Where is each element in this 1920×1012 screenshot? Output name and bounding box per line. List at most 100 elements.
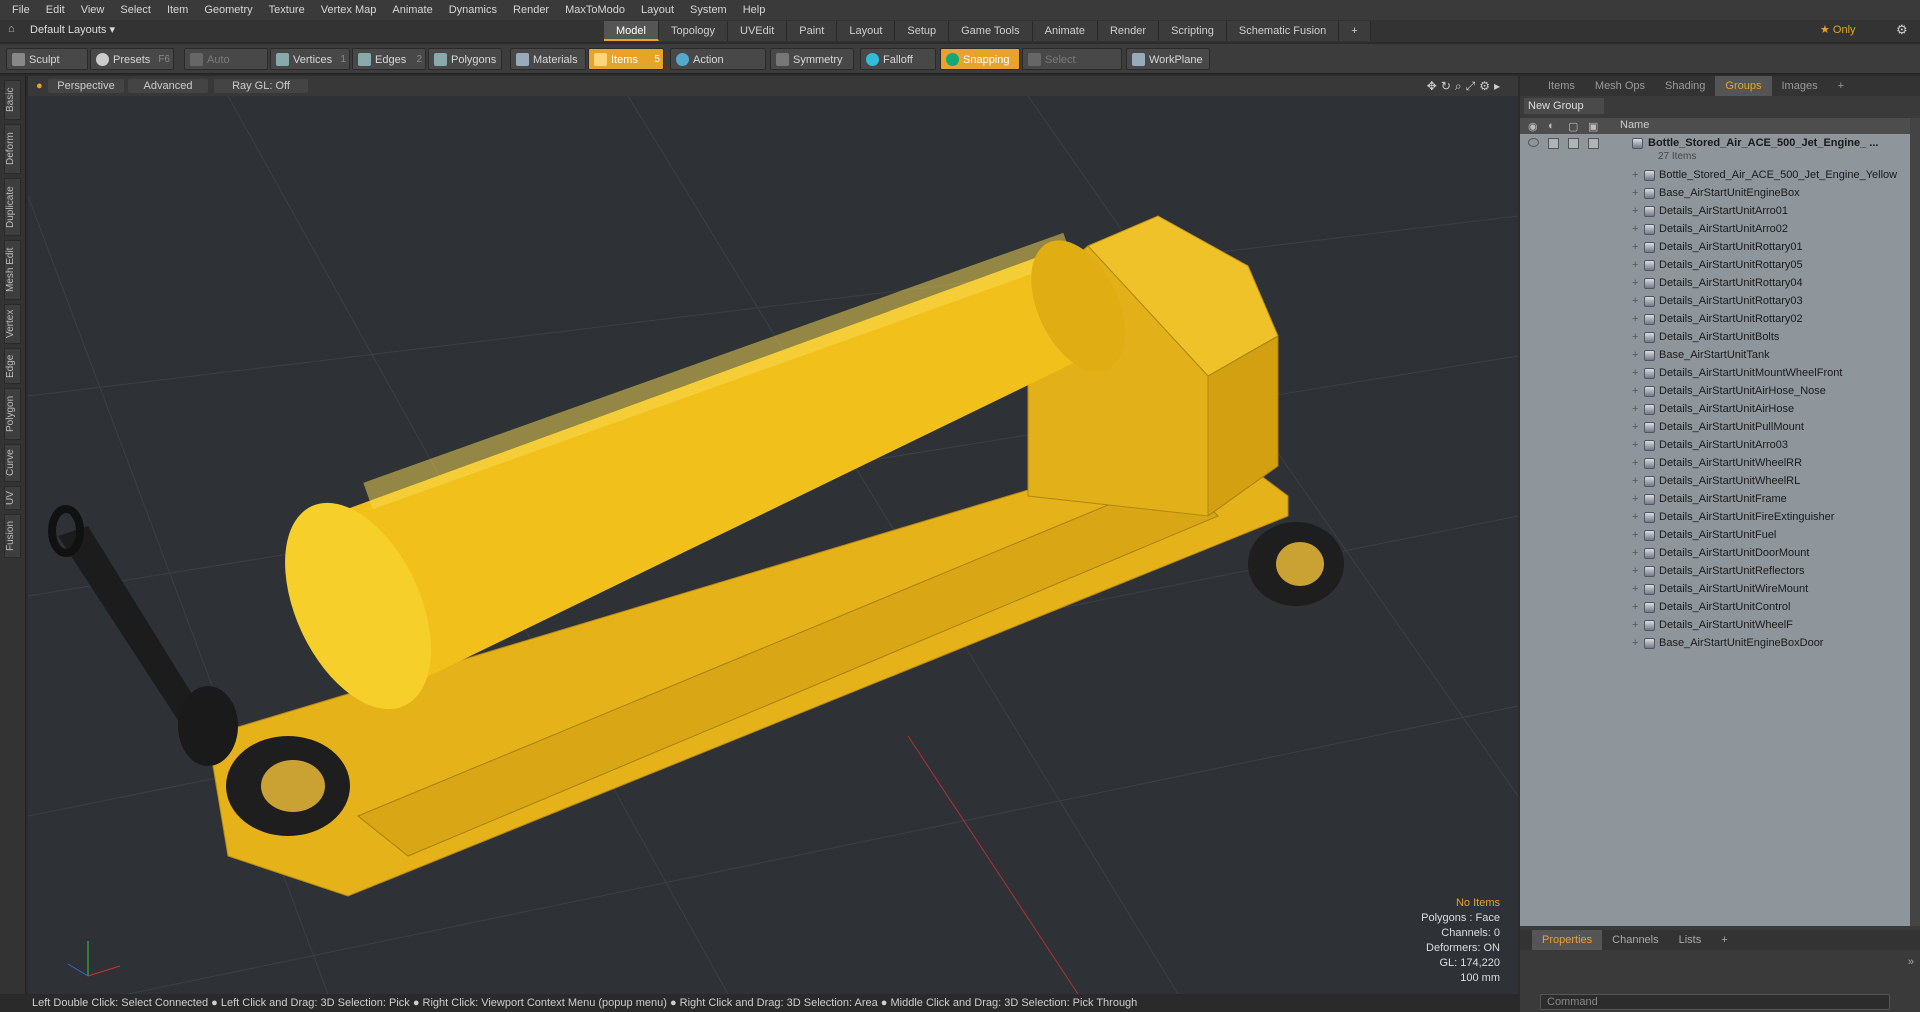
expand-icon[interactable]: + <box>1632 202 1638 220</box>
layout-tab-layout[interactable]: Layout <box>837 21 896 41</box>
advanced-button[interactable]: Advanced <box>128 79 208 93</box>
group-item-row[interactable]: + Details_AirStartUnitWheelF <box>1520 616 1910 634</box>
group-item-row[interactable]: + Details_AirStartUnitDoorMount <box>1520 544 1910 562</box>
menu-item-edit[interactable]: Edit <box>38 4 73 16</box>
expand-icon[interactable]: + <box>1632 526 1638 544</box>
expand-icon[interactable]: + <box>1632 454 1638 472</box>
lock-column-icon[interactable]: ▢ <box>1568 120 1578 133</box>
render-column-icon[interactable]: ◐ <box>1548 120 1555 132</box>
group-item-row[interactable]: + Details_AirStartUnitBolts <box>1520 328 1910 346</box>
group-item-row[interactable]: + Base_AirStartUnitEngineBoxDoor <box>1520 634 1910 652</box>
layout-tab-paint[interactable]: Paint <box>787 21 838 41</box>
expand-icon[interactable]: + <box>1632 508 1638 526</box>
left-tab-vertex[interactable]: Vertex <box>4 304 21 344</box>
right-tab-shading[interactable]: Shading <box>1655 76 1715 96</box>
bottom-tab-lists[interactable]: Lists <box>1669 930 1712 950</box>
left-tab-polygon[interactable]: Polygon <box>4 388 21 440</box>
action-center-button[interactable]: Action Center <box>670 48 766 88</box>
menu-item-view[interactable]: View <box>73 4 113 16</box>
expand-icon[interactable]: + <box>1632 472 1638 490</box>
layout-tab-model[interactable]: Model <box>604 21 659 41</box>
left-tab-deform[interactable]: Deform <box>4 124 21 174</box>
items-button[interactable]: Items 5 <box>588 48 664 70</box>
expand-icon[interactable]: + <box>1632 382 1638 400</box>
group-item-row[interactable]: + Details_AirStartUnitArro01 <box>1520 202 1910 220</box>
edges-button[interactable]: Edges 2 <box>352 48 426 70</box>
group-item-row[interactable]: + Details_AirStartUnitArro03 <box>1520 436 1910 454</box>
expand-icon[interactable]: + <box>1632 220 1638 238</box>
menu-item-render[interactable]: Render <box>505 4 557 16</box>
group-item-row[interactable]: + Details_AirStartUnitFireExtinguisher <box>1520 508 1910 526</box>
group-item-row[interactable]: + Details_AirStartUnitWireMount <box>1520 580 1910 598</box>
left-tab-uv[interactable]: UV <box>4 486 21 510</box>
expand-icon[interactable]: + <box>1632 598 1638 616</box>
left-tab-edge[interactable]: Edge <box>4 348 21 384</box>
group-item-row[interactable]: + Details_AirStartUnitRottary04 <box>1520 274 1910 292</box>
layout-tab-uvedit[interactable]: UVEdit <box>728 21 788 41</box>
expand-icon[interactable]: + <box>1632 166 1638 184</box>
left-tab-curve[interactable]: Curve <box>4 444 21 482</box>
right-tab-groups[interactable]: Groups <box>1715 76 1772 96</box>
group-item-row[interactable]: + Details_AirStartUnitRottary01 <box>1520 238 1910 256</box>
right-tab-images[interactable]: Images <box>1772 76 1828 96</box>
layout-tab-animate[interactable]: Animate <box>1032 21 1098 41</box>
viewport-nav-icons[interactable]: ✥↻⌕⤢⚙▸ <box>1427 79 1504 94</box>
group-item-row[interactable]: + Details_AirStartUnitAirHose_Nose <box>1520 382 1910 400</box>
name-column-header[interactable]: Name <box>1620 119 1649 131</box>
raygl-button[interactable]: Ray GL: Off <box>214 79 308 93</box>
command-input[interactable]: Command <box>1540 994 1890 1010</box>
perspective-button[interactable]: Perspective <box>48 79 124 93</box>
group-item-row[interactable]: + Details_AirStartUnitWheelRR <box>1520 454 1910 472</box>
bottom-tab-add[interactable]: + <box>1711 930 1737 950</box>
expand-icon[interactable]: + <box>1632 580 1638 598</box>
expand-icon[interactable]: + <box>1632 274 1638 292</box>
right-tab-items[interactable]: Items <box>1538 76 1585 96</box>
visibility-eye-icon[interactable] <box>1528 138 1539 147</box>
menu-item-dynamics[interactable]: Dynamics <box>441 4 505 16</box>
symmetry-button[interactable]: Symmetry <box>770 48 854 70</box>
vertices-button[interactable]: Vertices 1 <box>270 48 350 70</box>
menu-item-system[interactable]: System <box>682 4 735 16</box>
expand-icon[interactable]: + <box>1632 364 1638 382</box>
sculpt-button[interactable]: Sculpt <box>6 48 88 70</box>
select-through-button[interactable]: Select Through <box>1022 48 1122 88</box>
group-item-row[interactable]: + Base_AirStartUnitEngineBox <box>1520 184 1910 202</box>
menu-item-select[interactable]: Select <box>112 4 159 16</box>
expand-icon[interactable]: + <box>1632 346 1638 364</box>
group-item-row[interactable]: + Base_AirStartUnitTank <box>1520 346 1910 364</box>
layout-tab-setup[interactable]: Setup <box>895 21 950 41</box>
group-item-row[interactable]: + Details_AirStartUnitReflectors <box>1520 562 1910 580</box>
new-group-button[interactable]: New Group <box>1524 98 1604 114</box>
right-tab-add[interactable]: + <box>1828 76 1854 96</box>
polygons-button[interactable]: Polygons <box>428 48 502 70</box>
layout-tab-schematic-fusion[interactable]: Schematic Fusion <box>1226 21 1340 41</box>
menu-item-animate[interactable]: Animate <box>384 4 440 16</box>
layout-tab-add[interactable]: + <box>1339 21 1371 41</box>
settings-gear-icon[interactable]: ⚙ <box>1896 22 1908 38</box>
expand-icon[interactable]: + <box>1632 418 1638 436</box>
group-item-row[interactable]: + Details_AirStartUnitArro02 <box>1520 220 1910 238</box>
menu-item-file[interactable]: File <box>4 4 38 16</box>
materials-button[interactable]: Materials <box>510 48 586 70</box>
expand-icon[interactable]: + <box>1632 436 1638 454</box>
falloff-button[interactable]: Falloff <box>860 48 936 70</box>
group-item-row[interactable]: + Details_AirStartUnitRottary02 <box>1520 310 1910 328</box>
group-item-row[interactable]: + Details_AirStartUnitRottary03 <box>1520 292 1910 310</box>
menu-item-vertex-map[interactable]: Vertex Map <box>313 4 385 16</box>
menu-item-geometry[interactable]: Geometry <box>196 4 260 16</box>
expand-icon[interactable]: + <box>1632 400 1638 418</box>
expand-icon[interactable]: + <box>1632 490 1638 508</box>
menu-item-layout[interactable]: Layout <box>633 4 682 16</box>
left-tab-mesh-edit[interactable]: Mesh Edit <box>4 240 21 300</box>
left-tab-fusion[interactable]: Fusion <box>4 514 21 558</box>
bottom-tab-properties[interactable]: Properties <box>1532 930 1603 950</box>
auto-select-button[interactable]: Auto Select <box>184 48 268 88</box>
group-item-row[interactable]: + Bottle_Stored_Air_ACE_500_Jet_Engine_Ye… <box>1520 166 1910 184</box>
expand-icon[interactable]: + <box>1632 292 1638 310</box>
expand-icon[interactable]: + <box>1632 256 1638 274</box>
group-item-row[interactable]: + Details_AirStartUnitControl <box>1520 598 1910 616</box>
expand-icon[interactable]: + <box>1632 544 1638 562</box>
only-button[interactable]: ★ Only <box>1820 23 1856 36</box>
workplane-button[interactable]: WorkPlane <box>1126 48 1210 70</box>
expand-icon[interactable]: + <box>1632 634 1638 652</box>
